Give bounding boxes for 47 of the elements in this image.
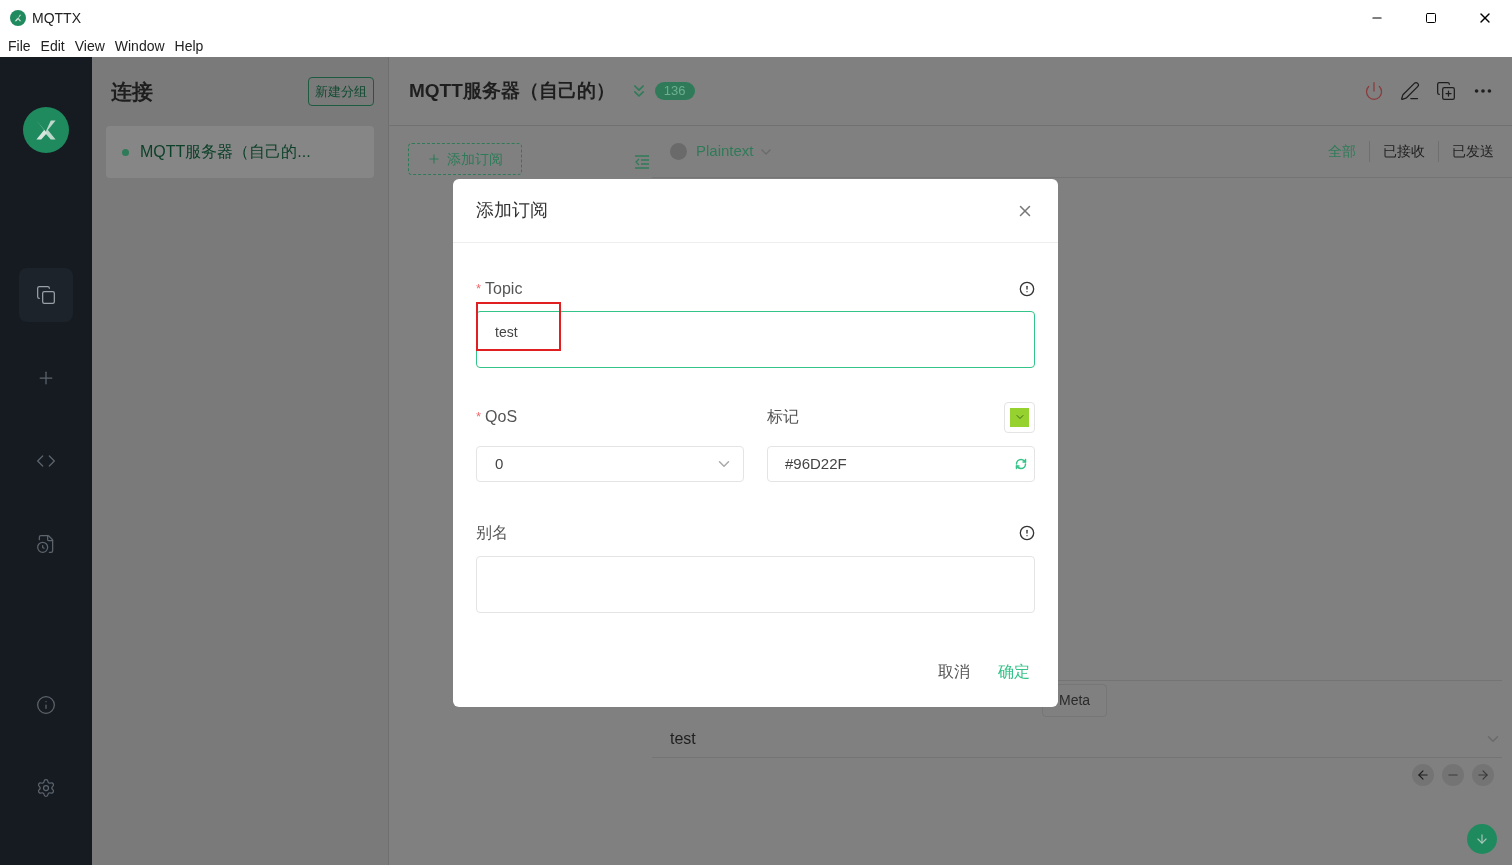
menu-item[interactable]: Window — [109, 36, 170, 57]
cancel-button[interactable]: 取消 — [938, 660, 970, 684]
required-mark: * — [476, 280, 482, 299]
info-icon[interactable] — [1019, 281, 1035, 297]
panel-title: 连接 — [111, 78, 153, 105]
menu-item[interactable]: Edit — [35, 36, 70, 57]
filter-tab[interactable]: 已接收 — [1369, 141, 1438, 162]
settings-icon — [36, 778, 56, 798]
field-label: QoS — [485, 407, 518, 427]
window-title: MQTTX — [32, 8, 81, 28]
menu-item[interactable]: File — [3, 36, 36, 57]
required-mark: * — [476, 408, 482, 427]
plus-icon — [427, 152, 441, 166]
field-label: 别名 — [476, 523, 508, 543]
power-icon[interactable] — [1364, 81, 1384, 101]
maximize-icon — [1425, 12, 1437, 24]
field-label: 标记 — [767, 407, 799, 427]
dialog-title: 添加订阅 — [476, 199, 548, 222]
next-button[interactable] — [1472, 764, 1494, 786]
arrow-down-icon — [1475, 832, 1489, 846]
duplicate-icon[interactable] — [1436, 81, 1456, 101]
collapse-icon[interactable] — [634, 155, 650, 169]
info-icon[interactable] — [1019, 525, 1035, 541]
clear-button[interactable] — [1442, 764, 1464, 786]
field-label: Topic — [485, 279, 523, 299]
log-icon — [36, 534, 56, 554]
edit-icon[interactable] — [1400, 81, 1420, 101]
alias-field[interactable] — [476, 556, 1035, 613]
topic-field[interactable]: test — [476, 311, 1035, 368]
color-field[interactable]: #96D22F — [767, 446, 1035, 482]
send-button[interactable] — [1467, 824, 1497, 854]
app-logo-icon — [23, 107, 69, 153]
previous-button[interactable] — [1412, 764, 1434, 786]
info-icon — [36, 695, 56, 715]
menu-item[interactable]: View — [69, 36, 110, 57]
qos-select[interactable]: 0 — [476, 446, 744, 482]
menu-item[interactable]: Help — [169, 36, 209, 57]
connection-name: MQTT服务器（自己的... — [140, 142, 311, 162]
refresh-icon[interactable] — [1015, 458, 1027, 470]
nav-button[interactable] — [19, 268, 73, 322]
connection-title: MQTT服务器（自己的） — [409, 78, 615, 103]
color-picker-button[interactable] — [1004, 401, 1035, 433]
payload-text: test — [670, 728, 696, 749]
message-count-badge: 136 — [654, 82, 695, 100]
connections-icon — [36, 285, 56, 305]
filter-tab[interactable]: 已发送 — [1438, 141, 1494, 162]
app-logo-icon — [10, 10, 26, 26]
